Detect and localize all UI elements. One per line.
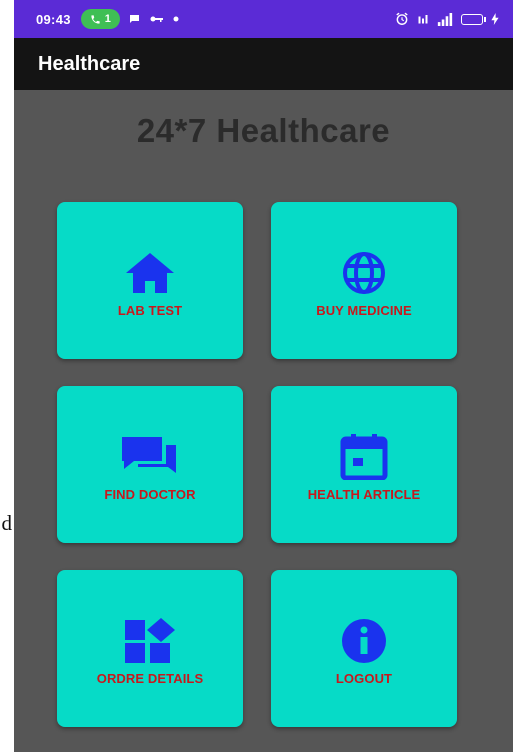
phone-icon — [91, 14, 100, 24]
lab-test-label: LAB TEST — [117, 303, 183, 318]
app-bar: Healthcare — [14, 38, 513, 90]
logout-card[interactable]: LOGOUT — [271, 570, 457, 727]
buy-medicine-card[interactable]: BUY MEDICINE — [271, 202, 457, 359]
status-bar: 09:43 1 — [14, 0, 513, 38]
volte-icon — [418, 14, 428, 23]
call-indicator-pill[interactable]: 1 — [80, 9, 120, 29]
health-article-label: HEALTH ARTICLE — [307, 487, 421, 502]
key-icon — [150, 16, 163, 22]
buy-medicine-label: BUY MEDICINE — [316, 303, 412, 318]
order-details-label: ORDRE DETAILS — [96, 671, 204, 686]
info-icon — [334, 615, 394, 667]
message-icon — [129, 15, 139, 23]
battery-icon — [461, 13, 486, 25]
phone-screen: 09:43 1 Healthcare 24*7 Healthcare LAB T… — [14, 0, 513, 752]
globe-icon — [334, 247, 394, 299]
health-article-card[interactable]: HEALTH ARTICLE — [271, 386, 457, 543]
status-time: 09:43 — [36, 11, 71, 27]
lab-test-card[interactable]: LAB TEST — [57, 202, 243, 359]
app-bar-title: Healthcare — [38, 52, 141, 75]
page-title: 24*7 Healthcare — [136, 112, 391, 149]
dashboard-icon — [120, 615, 180, 667]
find-doctor-card[interactable]: FIND DOCTOR — [57, 386, 243, 543]
notification-dot-icon — [173, 16, 179, 22]
order-details-card[interactable]: ORDRE DETAILS — [57, 570, 243, 727]
calendar-icon — [334, 431, 394, 483]
cropped-edge-text: d — [1, 511, 13, 535]
home-icon — [120, 247, 180, 299]
chat-icon — [120, 431, 180, 483]
find-doctor-label: FIND DOCTOR — [104, 487, 196, 502]
charging-icon — [491, 13, 499, 25]
signal-icon — [437, 12, 453, 26]
logout-label: LOGOUT — [335, 671, 393, 686]
alarm-icon — [396, 12, 408, 25]
call-count: 1 — [104, 13, 111, 25]
